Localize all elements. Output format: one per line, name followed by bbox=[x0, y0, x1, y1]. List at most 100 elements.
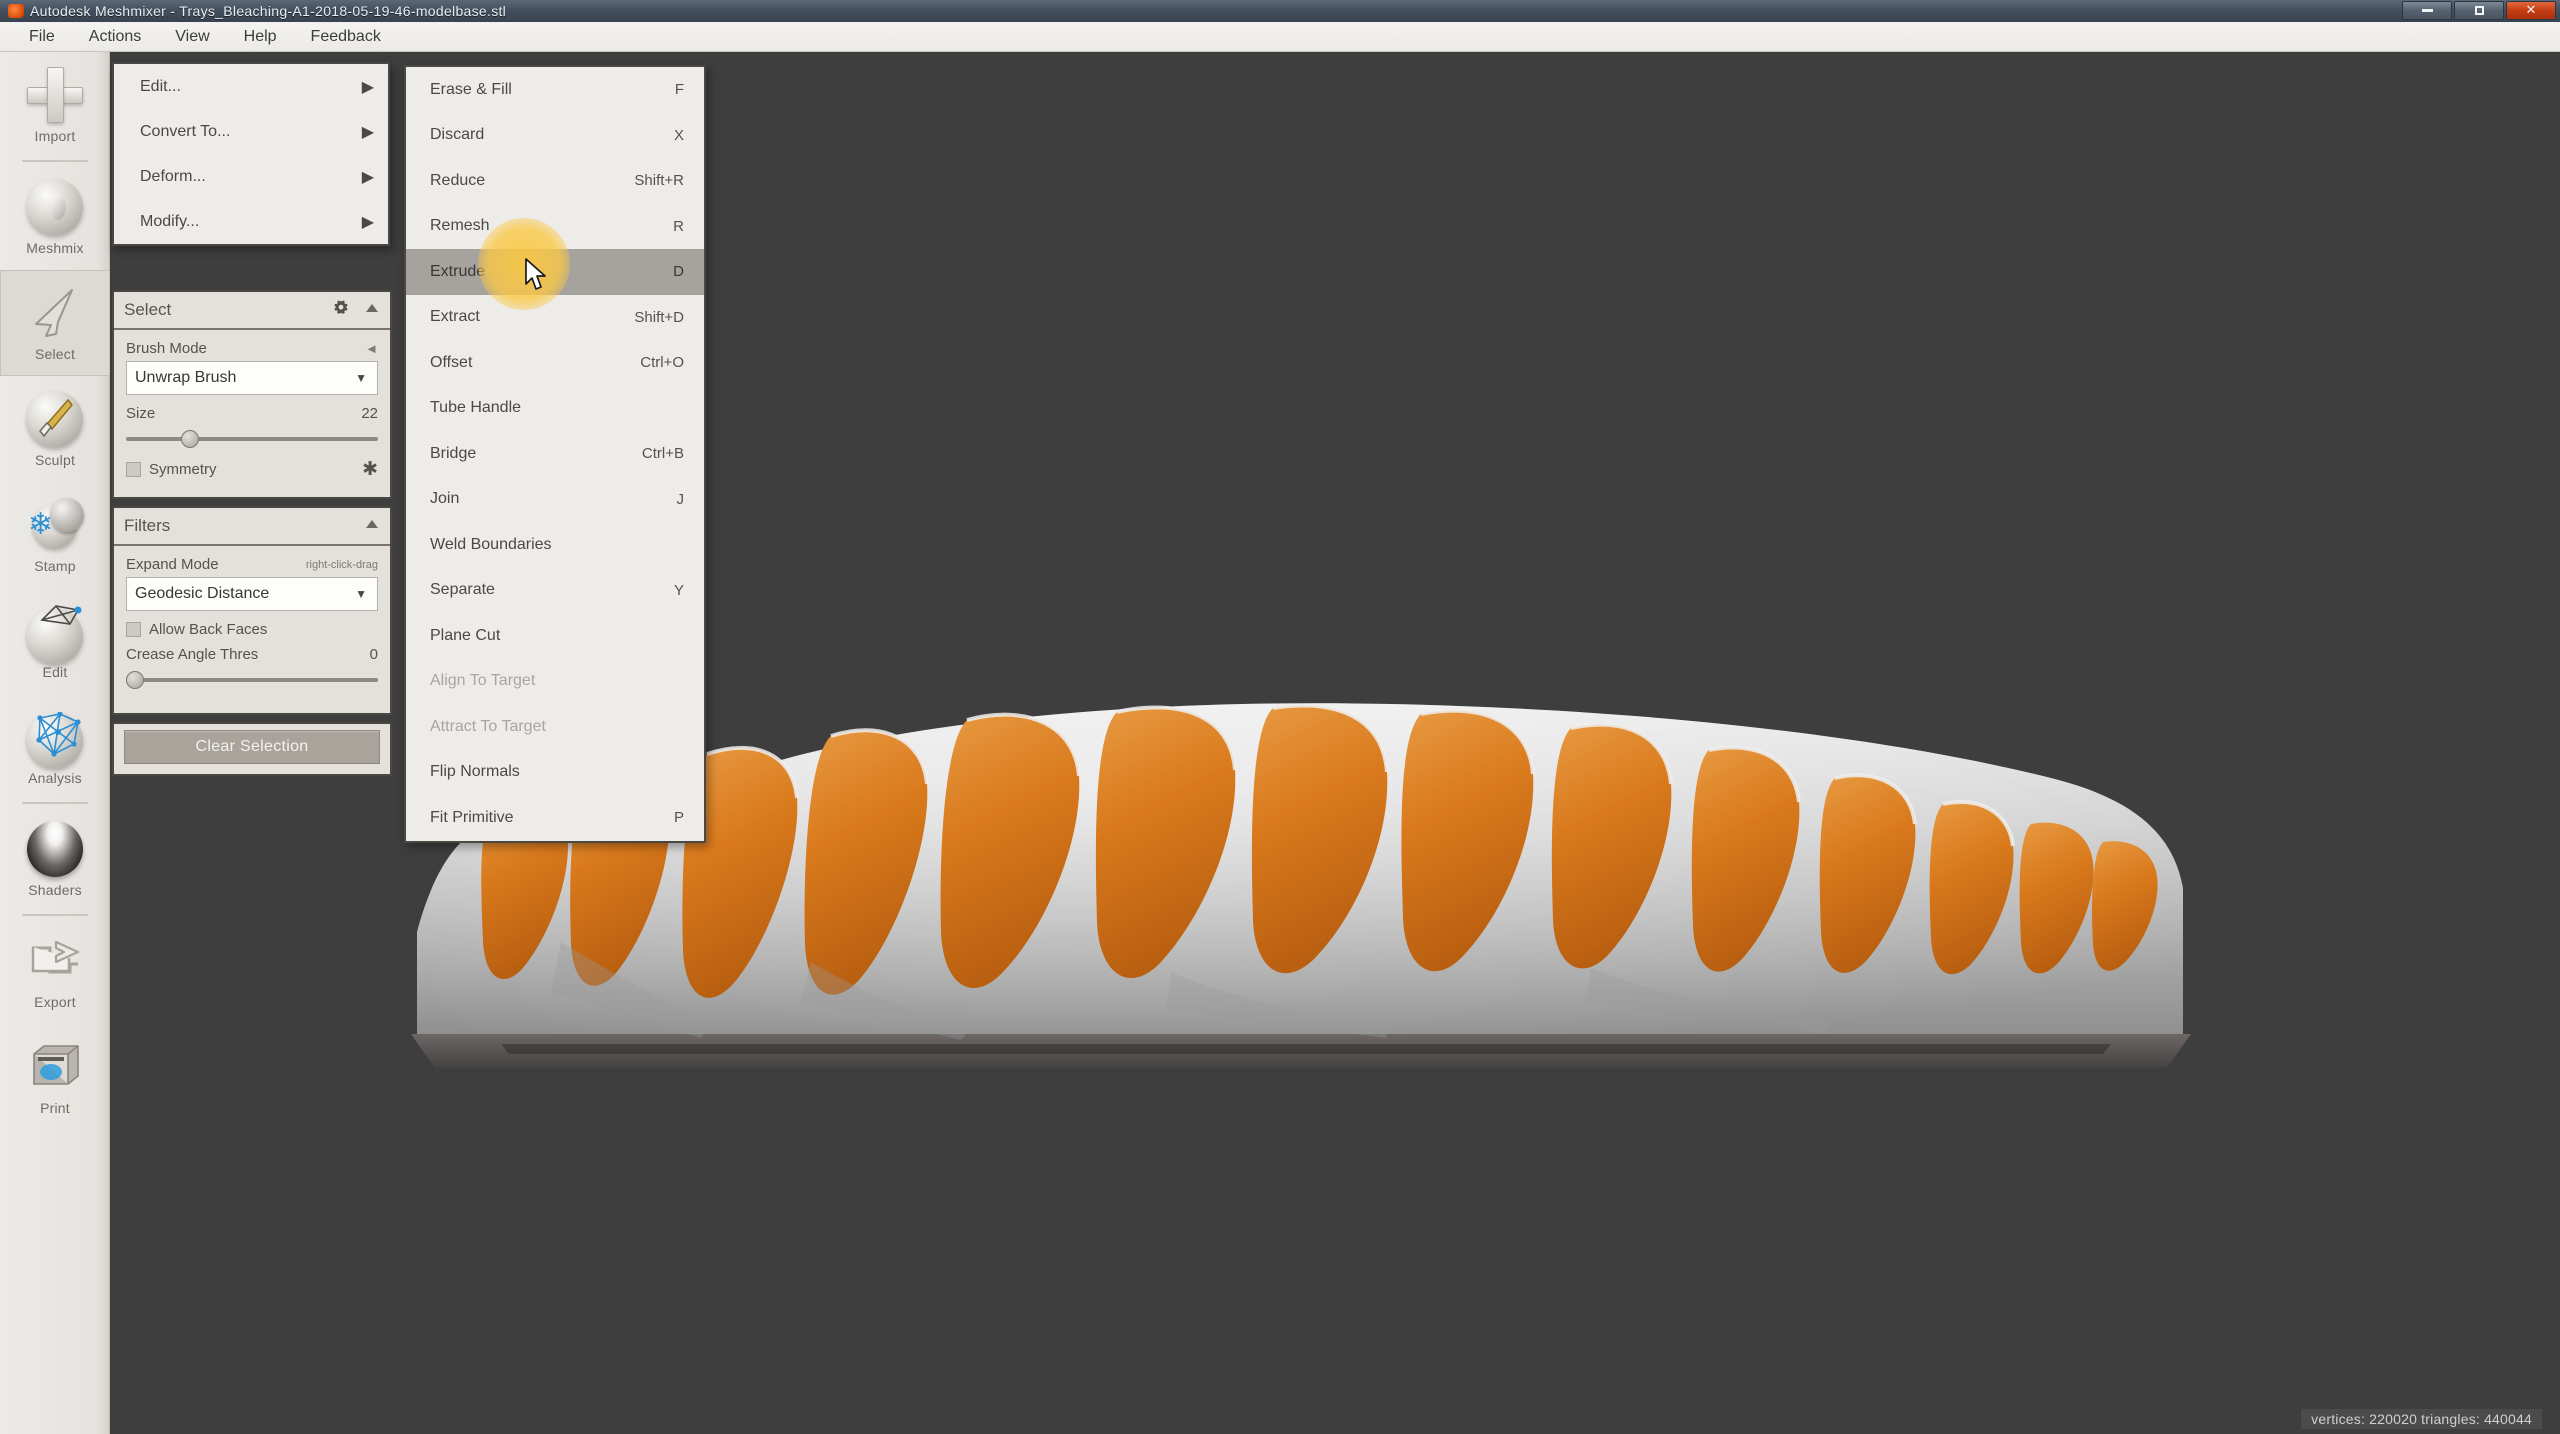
chevron-right-icon: ▶ bbox=[361, 213, 374, 231]
menu-item-fit-primitive[interactable]: Fit Primitive P bbox=[406, 795, 704, 841]
menu-item-shortcut: X bbox=[673, 126, 684, 144]
menu-item-label: Extrude bbox=[430, 262, 486, 280]
app-icon bbox=[8, 4, 24, 18]
menu-item-shortcut: F bbox=[674, 81, 684, 99]
menu-feedback[interactable]: Feedback bbox=[294, 25, 398, 49]
tool-meshmix[interactable]: Meshmix bbox=[0, 164, 110, 270]
menu-item-label: Extract bbox=[430, 308, 480, 326]
tool-import[interactable]: Import bbox=[0, 52, 110, 158]
gear-icon[interactable] bbox=[332, 299, 350, 322]
brush-sphere-icon bbox=[24, 390, 86, 448]
meshmixer-window: Autodesk Meshmixer - Trays_Bleaching-A1-… bbox=[0, 0, 2560, 1434]
select-panel: Select Brush Mode ◄ Unwrap Brush ▼ Size … bbox=[112, 290, 392, 499]
chevron-down-icon: ▼ bbox=[355, 587, 367, 601]
chevron-right-icon: ▶ bbox=[361, 78, 374, 96]
edit-popup-menu: Erase & Fill F Discard X Reduce Shift+R … bbox=[404, 65, 706, 843]
menu-item-label: Erase & Fill bbox=[430, 80, 512, 98]
menu-item-modify[interactable]: Modify... ▶ bbox=[114, 199, 388, 244]
select-panel-header: Select bbox=[114, 292, 390, 330]
size-label: Size bbox=[126, 405, 156, 422]
slider-knob[interactable] bbox=[126, 671, 144, 689]
menu-actions[interactable]: Actions bbox=[72, 25, 158, 49]
tool-shaders[interactable]: Shaders bbox=[0, 806, 110, 912]
minimize-button[interactable] bbox=[2402, 1, 2452, 20]
menu-item-discard[interactable]: Discard X bbox=[406, 113, 704, 159]
tool-stamp[interactable]: ❄ Stamp bbox=[0, 482, 110, 588]
window-title: Autodesk Meshmixer - Trays_Bleaching-A1-… bbox=[30, 3, 507, 19]
symmetry-checkbox[interactable] bbox=[126, 462, 141, 477]
menu-item-tube-handle[interactable]: Tube Handle bbox=[406, 386, 704, 432]
tool-print[interactable]: Print bbox=[0, 1024, 110, 1130]
tool-edit[interactable]: Edit bbox=[0, 588, 110, 694]
brush-mode-select[interactable]: Unwrap Brush ▼ bbox=[126, 361, 378, 395]
export-arrow-icon bbox=[24, 932, 86, 990]
brush-mode-indicator-icon: ◄ bbox=[365, 341, 378, 356]
allow-back-faces-checkbox[interactable] bbox=[126, 622, 141, 637]
menu-help[interactable]: Help bbox=[227, 25, 294, 49]
tool-analysis[interactable]: Analysis bbox=[0, 694, 110, 800]
allow-back-faces-group[interactable]: Allow Back Faces bbox=[126, 621, 267, 638]
menu-item-reduce[interactable]: Reduce Shift+R bbox=[406, 158, 704, 204]
rail-divider bbox=[21, 160, 88, 162]
maximize-icon bbox=[2474, 6, 2484, 15]
expand-mode-value: Geodesic Distance bbox=[135, 585, 270, 602]
menu-item-separate[interactable]: Separate Y bbox=[406, 568, 704, 614]
slider-knob[interactable] bbox=[181, 430, 200, 448]
maximize-button[interactable] bbox=[2454, 1, 2504, 20]
menu-item-remesh[interactable]: Remesh R bbox=[406, 204, 704, 250]
chevron-up-icon[interactable] bbox=[364, 517, 380, 535]
menu-item-weld-boundaries[interactable]: Weld Boundaries bbox=[406, 522, 704, 568]
menu-item-join[interactable]: Join J bbox=[406, 477, 704, 523]
actions-popup-menu: Edit... ▶ Convert To... ▶ Deform... ▶ Mo… bbox=[112, 62, 390, 246]
rail-divider bbox=[21, 802, 88, 804]
menu-item-label: Bridge bbox=[430, 444, 477, 462]
menu-item-edit[interactable]: Edit... ▶ bbox=[114, 64, 388, 109]
menu-item-offset[interactable]: Offset Ctrl+O bbox=[406, 340, 704, 386]
chevron-up-icon[interactable] bbox=[364, 301, 380, 319]
tool-label: Meshmix bbox=[26, 240, 84, 256]
tool-select[interactable]: Select bbox=[0, 270, 110, 376]
menu-item-label: Modify... bbox=[140, 212, 200, 230]
asterisk-icon[interactable]: ✱ bbox=[362, 458, 378, 481]
brush-mode-value: Unwrap Brush bbox=[135, 369, 237, 386]
symmetry-label: Symmetry bbox=[149, 461, 217, 478]
chevron-down-icon: ▼ bbox=[355, 371, 367, 385]
menu-item-extrude[interactable]: Extrude D bbox=[406, 249, 704, 295]
crease-angle-slider[interactable] bbox=[126, 671, 378, 689]
expand-mode-select[interactable]: Geodesic Distance ▼ bbox=[126, 577, 378, 611]
tool-label: Shaders bbox=[28, 882, 82, 898]
filters-panel-body: Expand Mode right-click-drag Geodesic Di… bbox=[114, 546, 390, 713]
menu-item-flip-normals[interactable]: Flip Normals bbox=[406, 750, 704, 796]
symmetry-label-group[interactable]: Symmetry bbox=[126, 461, 217, 478]
menu-item-align-to-target: Align To Target bbox=[406, 659, 704, 705]
sphere-face-icon bbox=[24, 178, 86, 236]
menu-item-label: Tube Handle bbox=[430, 399, 522, 417]
menu-item-plane-cut[interactable]: Plane Cut bbox=[406, 613, 704, 659]
menu-item-label: Offset bbox=[430, 353, 473, 371]
close-icon: ✕ bbox=[2525, 3, 2537, 18]
close-button[interactable]: ✕ bbox=[2506, 1, 2556, 20]
menu-item-deform[interactable]: Deform... ▶ bbox=[114, 154, 388, 199]
tool-label: Import bbox=[34, 128, 76, 144]
menu-item-shortcut: Shift+R bbox=[634, 172, 684, 190]
menu-item-label: Discard bbox=[430, 126, 485, 144]
tool-label: Print bbox=[40, 1100, 70, 1116]
menu-item-bridge[interactable]: Bridge Ctrl+B bbox=[406, 431, 704, 477]
menu-item-label: Align To Target bbox=[430, 672, 536, 690]
tool-sculpt[interactable]: Sculpt bbox=[0, 376, 110, 482]
window-controls: ✕ bbox=[2402, 1, 2556, 20]
menu-view[interactable]: View bbox=[158, 25, 226, 49]
menu-file[interactable]: File bbox=[12, 25, 72, 49]
menu-item-label: Edit... bbox=[140, 77, 181, 95]
allow-back-faces-row[interactable]: Allow Back Faces bbox=[126, 621, 378, 638]
menu-item-convert-to[interactable]: Convert To... ▶ bbox=[114, 109, 388, 154]
tool-label: Sculpt bbox=[34, 452, 76, 468]
menu-item-extract[interactable]: Extract Shift+D bbox=[406, 295, 704, 341]
slider-track bbox=[126, 678, 378, 682]
tool-label: Analysis bbox=[28, 770, 82, 786]
clear-selection-button[interactable]: Clear Selection bbox=[124, 730, 380, 764]
size-slider[interactable] bbox=[126, 430, 378, 448]
tool-label: Edit bbox=[42, 664, 68, 680]
tool-export[interactable]: Export bbox=[0, 918, 110, 1024]
menu-item-erase-and-fill[interactable]: Erase & Fill F bbox=[406, 67, 704, 113]
